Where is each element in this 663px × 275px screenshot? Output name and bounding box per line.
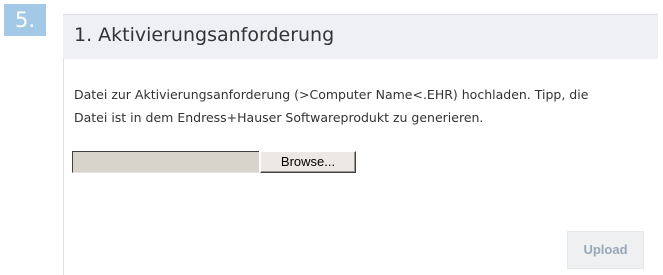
panel-title: 1. Aktivierungsanforderung bbox=[74, 24, 335, 46]
file-path-field[interactable] bbox=[72, 151, 259, 173]
panel-border bbox=[63, 58, 64, 275]
file-upload-control: Browse... bbox=[72, 151, 356, 173]
page: 5. 1. Aktivierungsanforderung Datei zur … bbox=[0, 0, 663, 275]
description-line-1: Datei zur Aktivierungsanforderung (>Comp… bbox=[74, 87, 589, 102]
panel-header: 1. Aktivierungsanforderung bbox=[63, 14, 658, 59]
description-line-2: Datei ist in dem Endress+Hauser Software… bbox=[74, 110, 484, 125]
step-number-badge: 5. bbox=[4, 4, 46, 36]
browse-button[interactable]: Browse... bbox=[260, 151, 356, 173]
panel-description: Datei zur Aktivierungsanforderung (>Comp… bbox=[74, 83, 654, 129]
upload-button[interactable]: Upload bbox=[567, 231, 644, 269]
activation-request-panel: 1. Aktivierungsanforderung Datei zur Akt… bbox=[63, 14, 663, 275]
